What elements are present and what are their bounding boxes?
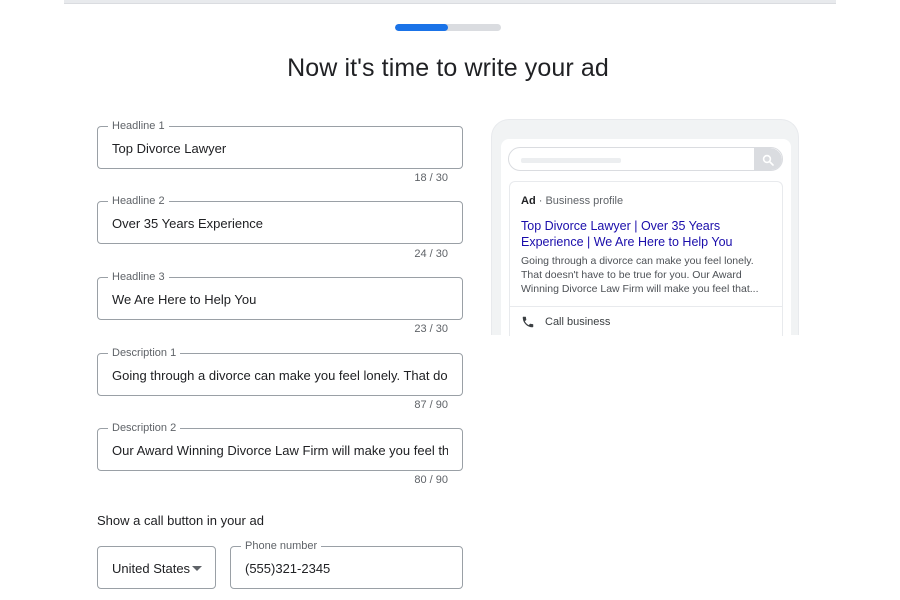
headline-3-field[interactable]: Headline 3 We Are Here to Help You	[97, 270, 463, 320]
headline-2-counter: 24 / 30	[414, 248, 448, 260]
preview-search-bar	[508, 147, 783, 171]
description-1-field[interactable]: Description 1 Going through a divorce ca…	[97, 346, 463, 396]
preview-search-placeholder	[521, 158, 621, 163]
preview-business-profile: Business profile	[545, 195, 624, 207]
phone-number-input[interactable]: (555)321-2345	[245, 560, 448, 577]
headline-1-input[interactable]: Top Divorce Lawyer	[112, 140, 448, 157]
preview-call-label: Call business	[545, 316, 611, 328]
preview-ad-card: Ad · Business profile Top Divorce Lawyer…	[509, 181, 783, 336]
preview-divider	[510, 306, 782, 307]
phone-number-field[interactable]: Phone number (555)321-2345	[230, 539, 463, 589]
preview-ad-description: Going through a divorce can make you fee…	[521, 255, 759, 295]
phone-number-label: Phone number	[241, 539, 322, 553]
headline-3-label: Headline 3	[108, 270, 169, 284]
headline-2-field[interactable]: Headline 2 Over 35 Years Experience	[97, 194, 463, 244]
headline-1-label: Headline 1	[108, 119, 169, 133]
search-icon	[762, 154, 774, 166]
description-2-counter: 80 / 90	[414, 474, 448, 486]
phone-icon	[522, 316, 534, 328]
headline-2-label: Headline 2	[108, 194, 169, 208]
description-2-field[interactable]: Description 2 Our Award Winning Divorce …	[97, 421, 463, 471]
description-1-counter: 87 / 90	[414, 399, 448, 411]
dropdown-caret-icon	[192, 566, 202, 571]
progress-bar-fill	[395, 24, 448, 31]
headline-1-field[interactable]: Headline 1 Top Divorce Lawyer	[97, 119, 463, 169]
preview-ad-tag: Ad	[521, 195, 536, 207]
top-window-bar	[64, 0, 836, 4]
headline-3-counter: 23 / 30	[414, 323, 448, 335]
preview-call-row: Call business	[521, 315, 610, 329]
headline-1-counter: 18 / 30	[414, 172, 448, 184]
ad-preview-screen: Ad · Business profile Top Divorce Lawyer…	[501, 139, 791, 336]
description-2-input[interactable]: Our Award Winning Divorce Law Firm will …	[112, 442, 448, 459]
description-2-label: Description 2	[108, 421, 181, 435]
headline-3-input[interactable]: We Are Here to Help You	[112, 291, 448, 308]
description-1-label: Description 1	[108, 346, 181, 360]
country-select-value: United States	[112, 561, 191, 576]
headline-2-input[interactable]: Over 35 Years Experience	[112, 215, 448, 232]
preview-ad-meta: Ad · Business profile	[521, 195, 623, 207]
preview-ad-separator: ·	[538, 195, 543, 207]
preview-search-button	[754, 148, 782, 170]
ad-preview-phone: Ad · Business profile Top Divorce Lawyer…	[491, 119, 799, 336]
preview-ad-headline: Top Divorce Lawyer | Over 35 Years Exper…	[521, 219, 733, 249]
progress-bar	[395, 24, 501, 31]
description-1-input[interactable]: Going through a divorce can make you fee…	[112, 367, 448, 384]
country-select[interactable]: United States	[97, 546, 216, 589]
page-title: Now it's time to write your ad	[287, 54, 609, 82]
call-button-section-label: Show a call button in your ad	[97, 513, 264, 528]
